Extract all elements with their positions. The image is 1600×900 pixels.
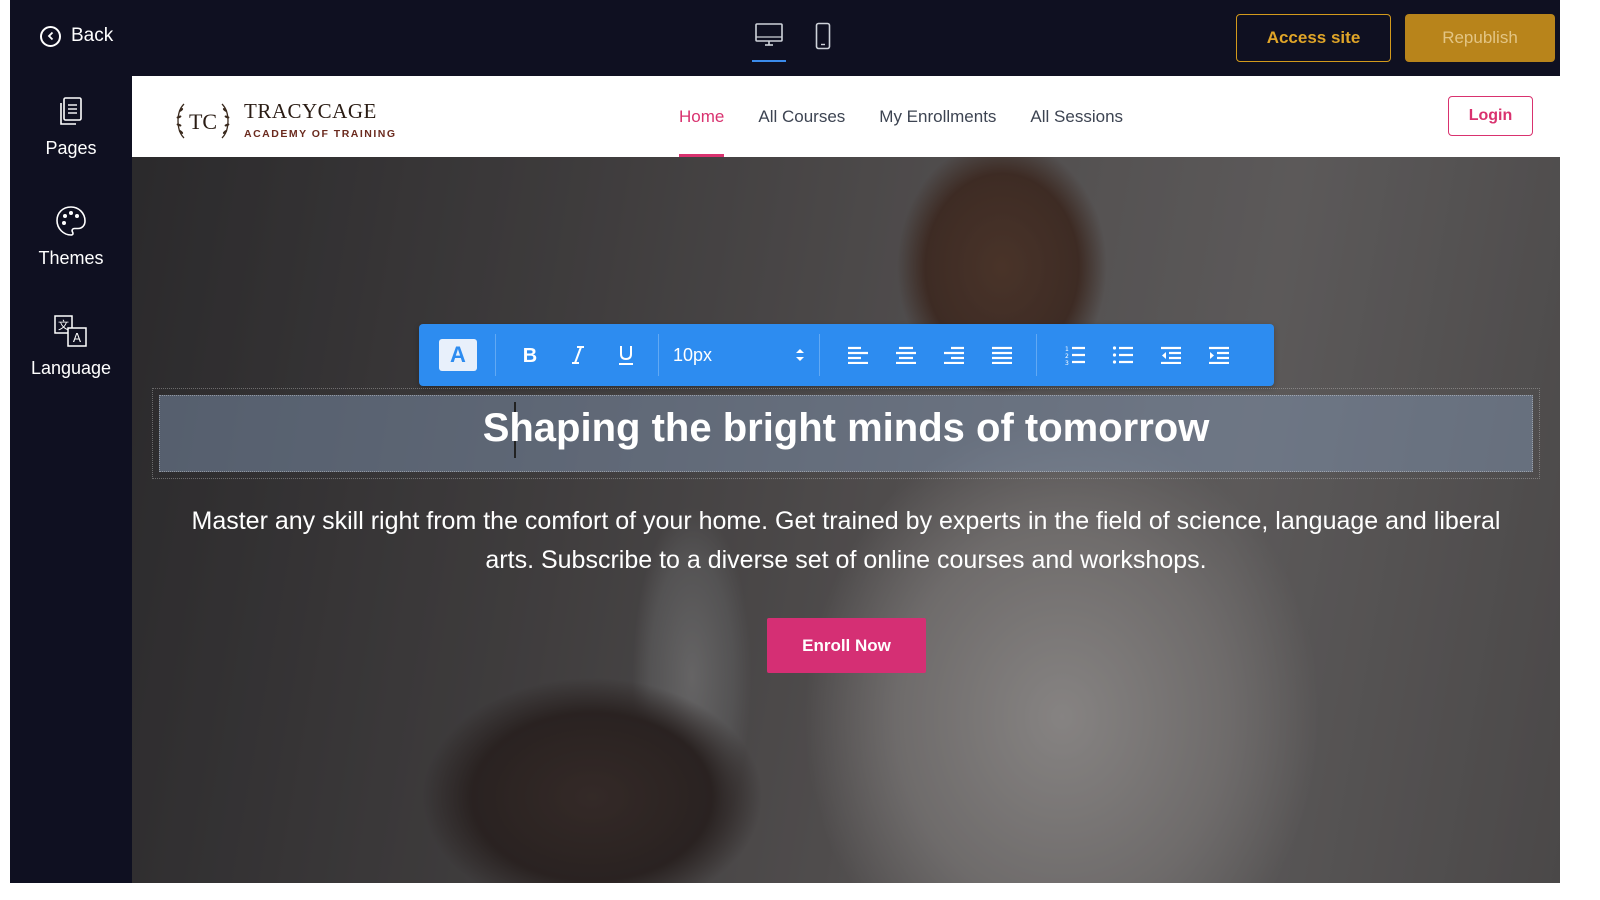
toolbar-divider — [495, 334, 496, 376]
republish-button[interactable]: Republish — [1405, 14, 1555, 62]
svg-text:TC: TC — [189, 109, 217, 134]
underline-icon — [619, 346, 633, 365]
site-logo[interactable]: TC TRACYCAGE ACADEMY OF TRAINING — [172, 98, 397, 140]
svg-text:2: 2 — [1065, 353, 1069, 360]
site-editor-window: Back Access site Republish Pages Themes … — [10, 0, 1560, 883]
laurel-logo-icon: TC — [172, 98, 234, 140]
italic-icon — [572, 346, 584, 364]
editor-sidebar: Pages Themes 文 A Language — [10, 76, 132, 883]
sidebar-item-pages[interactable]: Pages — [10, 96, 132, 159]
access-site-button[interactable]: Access site — [1236, 14, 1391, 62]
mobile-view-button[interactable] — [806, 22, 840, 62]
translate-icon: 文 A — [54, 315, 87, 347]
indent-icon — [1209, 346, 1229, 364]
back-button[interactable]: Back — [40, 25, 113, 47]
ordered-list-button[interactable]: 123 — [1051, 335, 1099, 375]
nav-link-all-sessions[interactable]: All Sessions — [1030, 76, 1123, 157]
outdent-button[interactable] — [1147, 335, 1195, 375]
selected-heading-block[interactable]: Shaping the bright minds of tomorrow — [152, 388, 1540, 479]
ordered-list-icon: 123 — [1065, 346, 1085, 365]
font-size-value: 10px — [673, 344, 713, 365]
svg-text:1: 1 — [1065, 346, 1069, 353]
back-label: Back — [71, 25, 114, 46]
align-justify-button[interactable] — [978, 335, 1026, 375]
align-right-button[interactable] — [930, 335, 978, 375]
align-left-button[interactable] — [834, 335, 882, 375]
nav-link-home[interactable]: Home — [679, 76, 725, 157]
updown-chevron-icon — [796, 349, 804, 361]
outdent-icon — [1161, 346, 1181, 364]
sidebar-item-label: Themes — [38, 248, 104, 268]
sidebar-item-label: Pages — [45, 138, 97, 158]
login-button[interactable]: Login — [1448, 96, 1533, 136]
svg-text:A: A — [73, 331, 82, 345]
brand-tagline: ACADEMY OF TRAINING — [244, 127, 397, 140]
indent-button[interactable] — [1195, 335, 1243, 375]
brand-name: TRACYCAGE — [244, 98, 377, 123]
font-size-select[interactable]: 10px — [659, 335, 819, 375]
hero-section: A B 10px 1 2 3 Shaping the bright minds … — [132, 157, 1560, 883]
site-nav-menu: Home All Courses My Enrollments All Sess… — [679, 76, 1157, 157]
nav-link-all-courses[interactable]: All Courses — [758, 76, 845, 157]
desktop-icon — [755, 23, 783, 46]
nav-link-my-enrollments[interactable]: My Enrollments — [879, 76, 996, 157]
bold-icon: B — [523, 345, 537, 365]
pages-icon — [60, 97, 82, 125]
enroll-now-button[interactable]: Enroll Now — [767, 618, 926, 673]
toolbar-divider — [1036, 334, 1037, 376]
align-justify-icon — [992, 346, 1012, 364]
italic-button[interactable] — [554, 335, 602, 375]
align-right-icon — [944, 346, 964, 364]
page-canvas: TC TRACYCAGE ACADEMY OF TRAINING Home Al… — [132, 76, 1560, 883]
editor-topbar: Back Access site Republish — [10, 0, 1560, 76]
svg-text:3: 3 — [1065, 360, 1069, 365]
bullet-list-icon — [1112, 346, 1133, 364]
hero-subtext[interactable]: Master any skill right from the comfort … — [167, 502, 1525, 580]
sidebar-item-label: Language — [30, 358, 112, 378]
desktop-view-button[interactable] — [752, 22, 786, 62]
underline-button[interactable] — [602, 335, 650, 375]
bold-button[interactable]: B — [506, 335, 554, 375]
site-header: TC TRACYCAGE ACADEMY OF TRAINING Home Al… — [132, 76, 1560, 157]
hero-headline[interactable]: Shaping the bright minds of tomorrow — [160, 406, 1532, 451]
bullet-list-button[interactable] — [1099, 335, 1147, 375]
palette-icon — [56, 206, 86, 236]
text-format-toolbar: A B 10px 1 2 3 — [419, 324, 1274, 386]
text-color-button[interactable]: A — [439, 339, 477, 371]
toolbar-divider — [819, 334, 820, 376]
mobile-icon — [815, 22, 831, 50]
align-left-icon — [848, 346, 868, 364]
back-arrow-icon — [40, 25, 61, 47]
logo-text: TRACYCAGE ACADEMY OF TRAINING — [244, 99, 397, 140]
align-center-button[interactable] — [882, 335, 930, 375]
align-center-icon — [896, 346, 916, 364]
sidebar-item-language[interactable]: 文 A Language — [10, 314, 132, 379]
sidebar-item-themes[interactable]: Themes — [10, 204, 132, 269]
svg-text:B: B — [523, 345, 537, 365]
svg-text:文: 文 — [58, 318, 69, 332]
